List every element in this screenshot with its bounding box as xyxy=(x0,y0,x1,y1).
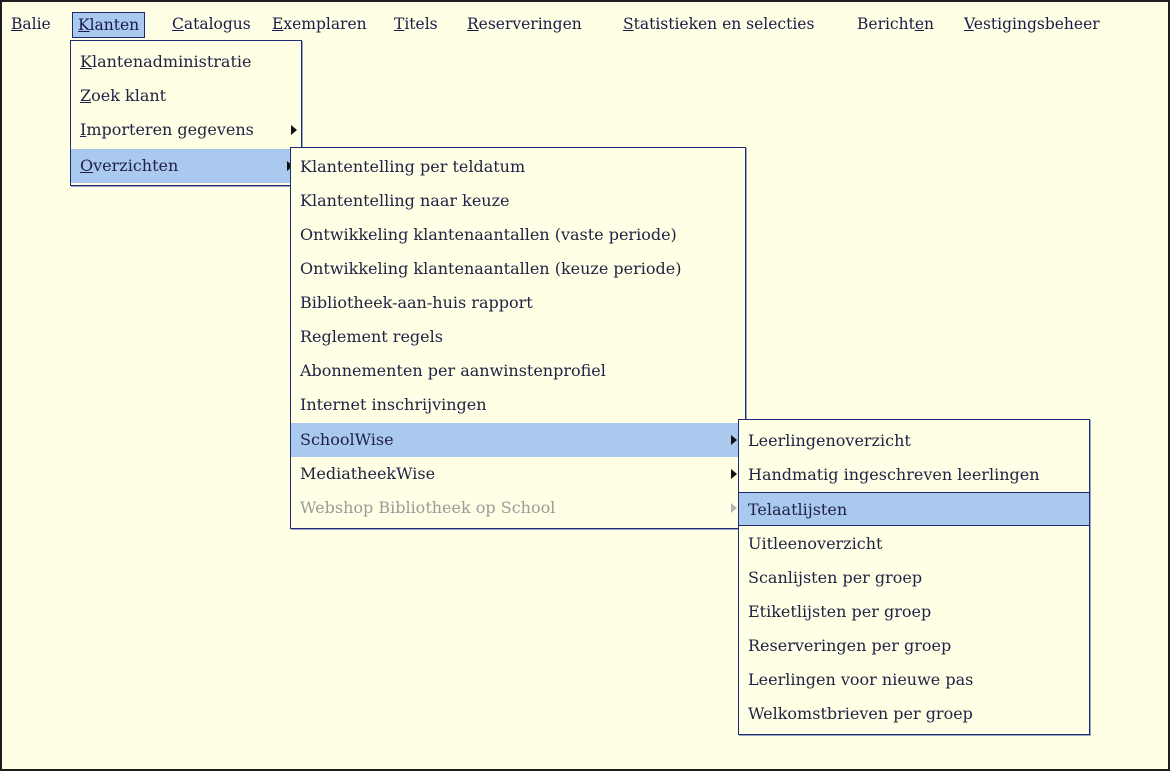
menuitem-reglement-regels[interactable]: Reglement regels xyxy=(291,320,745,354)
menuitem-importeren-gegevens[interactable]: Importeren gegevens xyxy=(71,113,301,147)
submenu-arrow-icon xyxy=(731,435,737,445)
klanten-menu: Klantenadministratie Zoek klant Importer… xyxy=(70,40,302,186)
menuitem-telaatlijsten[interactable]: Telaatlijsten xyxy=(739,492,1089,526)
menu-exemplaren[interactable]: Exemplaren xyxy=(267,12,372,38)
menuitem-klantenadministratie[interactable]: Klantenadministratie xyxy=(71,45,301,79)
menuitem-handmatig-ingeschreven[interactable]: Handmatig ingeschreven leerlingen xyxy=(739,458,1089,492)
menuitem-zoek-klant[interactable]: Zoek klant xyxy=(71,79,301,113)
submenu-arrow-icon xyxy=(291,125,297,135)
menuitem-etiketlijsten[interactable]: Etiketlijsten per groep xyxy=(739,595,1089,629)
menuitem-internet-inschrijvingen[interactable]: Internet inschrijvingen xyxy=(291,388,745,422)
menuitem-bibliotheek-aan-huis[interactable]: Bibliotheek-aan-huis rapport xyxy=(291,286,745,320)
menu-balie[interactable]: Balie xyxy=(6,12,56,38)
menuitem-leerlingenoverzicht[interactable]: Leerlingenoverzicht xyxy=(739,424,1089,458)
overzichten-menu: Klantentelling per teldatum Klantentelli… xyxy=(290,147,746,529)
schoolwise-menu: Leerlingenoverzicht Handmatig ingeschrev… xyxy=(738,419,1090,735)
menuitem-mediatheekwise[interactable]: MediatheekWise xyxy=(291,457,745,491)
menu-titels[interactable]: Titels xyxy=(389,12,443,38)
menuitem-abonnementen[interactable]: Abonnementen per aanwinstenprofiel xyxy=(291,354,745,388)
menu-reserveringen[interactable]: Reserveringen xyxy=(462,12,587,38)
menu-bar: Balie Klanten Catalogus Exemplaren Titel… xyxy=(4,4,1166,42)
menuitem-klantentelling-keuze[interactable]: Klantentelling naar keuze xyxy=(291,184,745,218)
menuitem-reserveringen-groep[interactable]: Reserveringen per groep xyxy=(739,629,1089,663)
application-window: Balie Klanten Catalogus Exemplaren Titel… xyxy=(0,0,1170,771)
menuitem-klantentelling-teldatum[interactable]: Klantentelling per teldatum xyxy=(291,150,745,184)
menu-statistieken[interactable]: Statistieken en selecties xyxy=(618,12,819,38)
menuitem-overzichten[interactable]: Overzichten xyxy=(71,149,301,183)
menu-catalogus[interactable]: Catalogus xyxy=(167,12,256,38)
menuitem-uitleenoverzicht[interactable]: Uitleenoverzicht xyxy=(739,527,1089,561)
menuitem-webshop: Webshop Bibliotheek op School xyxy=(291,491,745,525)
submenu-arrow-icon xyxy=(731,469,737,479)
menuitem-leerlingen-nieuwe-pas[interactable]: Leerlingen voor nieuwe pas xyxy=(739,663,1089,697)
menuitem-welkomstbrieven[interactable]: Welkomstbrieven per groep xyxy=(739,697,1089,731)
menu-vestigingsbeheer[interactable]: Vestigingsbeheer xyxy=(959,12,1105,38)
menu-klanten[interactable]: Klanten xyxy=(72,12,146,38)
menuitem-ontwikkeling-vaste-periode[interactable]: Ontwikkeling klantenaantallen (vaste per… xyxy=(291,218,745,252)
menuitem-ontwikkeling-keuze-periode[interactable]: Ontwikkeling klantenaantallen (keuze per… xyxy=(291,252,745,286)
menuitem-scanlijsten[interactable]: Scanlijsten per groep xyxy=(739,561,1089,595)
menu-berichten[interactable]: Berichten xyxy=(852,12,939,38)
menuitem-schoolwise[interactable]: SchoolWise xyxy=(291,423,745,457)
submenu-arrow-icon xyxy=(731,503,737,513)
